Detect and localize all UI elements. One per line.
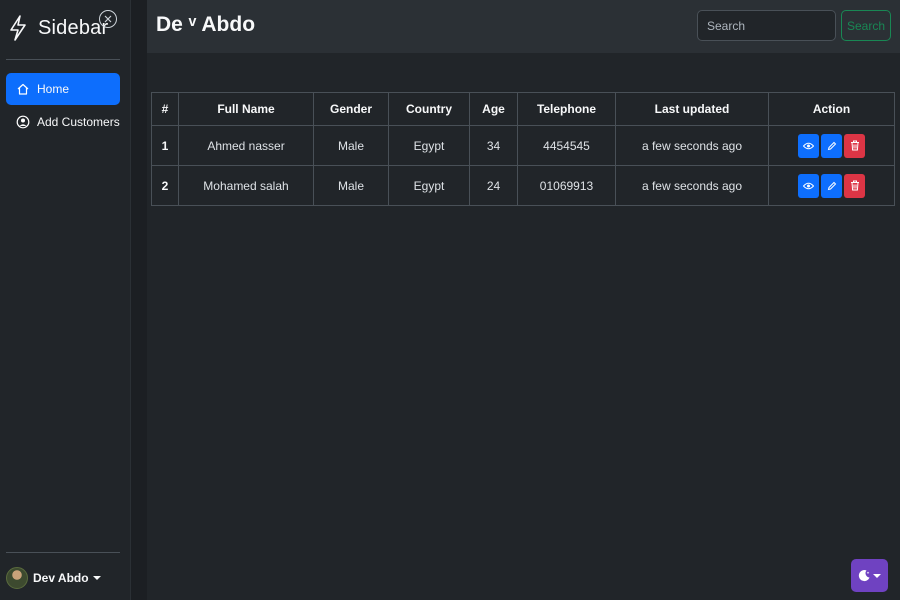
row-index: 1: [151, 125, 179, 166]
search-input[interactable]: [697, 10, 836, 41]
user-menu[interactable]: Dev Abdo: [6, 567, 101, 589]
column-header: Age: [469, 92, 518, 126]
caret-down-icon: [873, 573, 881, 578]
trash-icon: [850, 140, 859, 151]
cell-telephone: 4454545: [517, 125, 616, 166]
view-button[interactable]: [798, 173, 819, 198]
column-header: Action: [768, 92, 895, 126]
sidebar: Sidebar Home Add Customers Dev Abdo: [0, 0, 131, 600]
table-header-row: # Full Name Gender Country Age Telephone…: [151, 92, 895, 126]
delete-button[interactable]: [844, 133, 865, 158]
sidebar-item-label: Home: [37, 82, 70, 96]
sidebar-title: Sidebar: [38, 16, 109, 39]
cell-country: Egypt: [388, 125, 470, 166]
cell-actions: [768, 125, 895, 166]
page-title: De ᵛ Abdo: [156, 13, 256, 36]
customers-table: # Full Name Gender Country Age Telephone…: [151, 92, 895, 206]
column-header: Telephone: [517, 92, 616, 126]
eye-icon: [803, 182, 814, 189]
column-header: Full Name: [178, 92, 314, 126]
column-header: Gender: [313, 92, 389, 126]
cell-telephone: 01069913: [517, 165, 616, 206]
pencil-icon: [827, 181, 836, 190]
eye-icon: [803, 142, 814, 149]
moon-stars-icon: [858, 570, 870, 582]
edit-button[interactable]: [821, 173, 842, 198]
cell-full-name: Mohamed salah: [178, 165, 314, 206]
cell-age: 34: [469, 125, 518, 166]
user-name: Dev Abdo: [33, 571, 89, 585]
cell-gender: Male: [313, 165, 389, 206]
sidebar-item-add-customers[interactable]: Add Customers: [6, 106, 120, 138]
column-header: #: [151, 92, 179, 126]
sidebar-gutter: [131, 0, 147, 600]
search-button[interactable]: Search: [841, 10, 891, 41]
theme-toggle-button[interactable]: [851, 559, 888, 592]
lightning-icon: [8, 14, 28, 42]
sidebar-brand: Sidebar: [8, 14, 108, 42]
cell-last-updated: a few seconds ago: [615, 125, 769, 166]
user-circle-icon: [16, 115, 30, 129]
pencil-icon: [827, 141, 836, 150]
cell-country: Egypt: [388, 165, 470, 206]
trash-icon: [850, 180, 859, 191]
cell-last-updated: a few seconds ago: [615, 165, 769, 206]
view-button[interactable]: [798, 133, 819, 158]
sidebar-item-home[interactable]: Home: [6, 73, 120, 105]
home-icon: [16, 82, 30, 96]
sidebar-item-label: Add Customers: [37, 115, 120, 129]
column-header: Last updated: [615, 92, 769, 126]
cell-gender: Male: [313, 125, 389, 166]
row-index: 2: [151, 165, 179, 206]
cell-actions: [768, 165, 895, 206]
delete-button[interactable]: [844, 173, 865, 198]
table-row: 1 Ahmed nasser Male Egypt 34 4454545 a f…: [151, 125, 895, 166]
cell-full-name: Ahmed nasser: [178, 125, 314, 166]
caret-down-icon: [92, 576, 101, 580]
avatar: [6, 567, 28, 589]
table-row: 2 Mohamed salah Male Egypt 24 01069913 a…: [151, 165, 895, 206]
sidebar-divider: [6, 552, 120, 553]
header: De ᵛ Abdo Search: [147, 0, 900, 53]
sidebar-divider: [6, 59, 120, 60]
cell-age: 24: [469, 165, 518, 206]
column-header: Country: [388, 92, 470, 126]
close-icon[interactable]: [99, 10, 117, 28]
edit-button[interactable]: [821, 133, 842, 158]
